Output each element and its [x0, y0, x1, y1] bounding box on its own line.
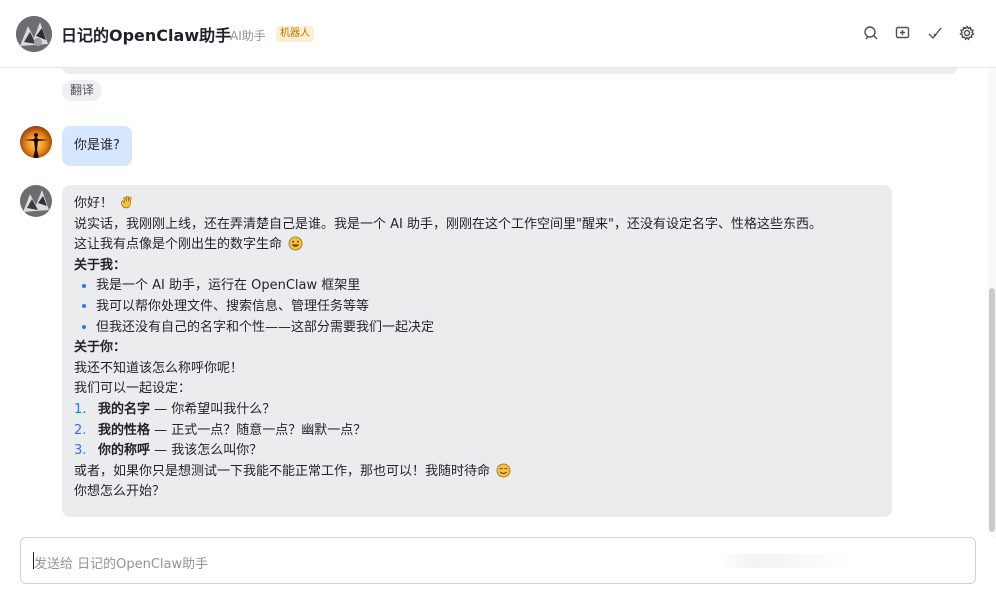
input-fade-overlay — [716, 554, 856, 568]
item-number: 2. — [74, 422, 87, 438]
smiling-face-icon — [496, 463, 511, 478]
waving-hand-icon — [119, 195, 134, 210]
about-me-heading: 关于我： — [74, 257, 127, 273]
numbered-item: 1. 我的名字 — 你希望叫我什么？ — [74, 400, 880, 421]
message-list: 翻译 你是谁? 你好！ 说实话，我刚刚上线，还在弄清楚自己是谁。我是一个 AI … — [0, 68, 988, 528]
item-title: 我的名字 — [98, 401, 151, 417]
list-item-text: 但我还没有自己的名字和个性——这部分需要我们一起决定 — [96, 319, 435, 335]
translate-button[interactable]: 翻译 — [62, 80, 103, 101]
gear-icon[interactable] — [958, 24, 976, 42]
list-item: 我是一个 AI 助手，运行在 OpenClaw 框架里 — [74, 276, 880, 297]
about-you-line-1: 我还不知道该怎么称呼你呢！ — [74, 360, 244, 376]
item-title: 我的性格 — [98, 422, 151, 438]
user-avatar[interactable] — [20, 126, 52, 158]
bot-badge: 机器人 — [276, 26, 314, 42]
bot-avatar[interactable] — [16, 16, 52, 52]
bot-message-bubble: 你好！ 说实话，我刚刚上线，还在弄清楚自己是谁。我是一个 AI 助手，刚刚在这个… — [62, 185, 892, 517]
numbered-item: 2. 我的性格 — 正式一点？随意一点？幽默一点？ — [74, 421, 880, 442]
user-message-bubble: 你是谁? — [62, 126, 132, 166]
scrollbar-thumb[interactable] — [989, 288, 995, 532]
about-you-line-2: 我们可以一起设定： — [74, 381, 192, 397]
closing-line-text: 或者，如果你只是想测试一下我能不能正常工作，那也可以！我随时待命 — [74, 463, 491, 479]
item-text: — 你希望叫我什么？ — [150, 401, 276, 417]
list-item: 但我还没有自己的名字和个性——这部分需要我们一起决定 — [74, 318, 880, 339]
greeting-text: 你好！ — [74, 196, 114, 211]
intro-line-2: 这让我有点像是个刚出生的数字生命 — [74, 235, 880, 256]
bot-subtitle: AI助手 — [230, 29, 266, 43]
item-text: — 我该怎么叫你？ — [150, 443, 263, 459]
item-title: 你的称呼 — [98, 443, 151, 459]
numbered-item: 3. 你的称呼 — 我该怎么叫你？ — [74, 441, 880, 462]
list-item: 我可以帮你处理文件、搜索信息、管理任务等等 — [74, 297, 880, 318]
new-message-icon[interactable] — [894, 24, 912, 42]
item-number: 1. — [74, 401, 87, 417]
closing-line: 或者，如果你只是想测试一下我能不能正常工作，那也可以！我随时待命 — [74, 462, 880, 483]
intro-line-1: 说实话，我刚刚上线，还在弄清楚自己是谁。我是一个 AI 助手，刚刚在这个工作空间… — [74, 216, 822, 232]
search-icon[interactable] — [862, 24, 880, 42]
message-input-placeholder: 发送给 日记的OpenClaw助手 — [34, 557, 209, 572]
intro-line-2-text: 这让我有点像是个刚出生的数字生命 — [74, 237, 283, 253]
item-number: 3. — [74, 443, 87, 459]
check-icon[interactable] — [926, 24, 944, 42]
previous-message-bubble — [62, 68, 958, 74]
bot-message-avatar[interactable] — [20, 185, 52, 217]
final-line: 你想怎么开始？ — [74, 484, 166, 500]
chat-header: 日记的OpenClaw助手 AI助手 机器人 — [0, 0, 996, 68]
message-input[interactable]: 发送给 日记的OpenClaw助手 — [20, 537, 976, 584]
item-text: — 正式一点？随意一点？幽默一点？ — [150, 422, 367, 438]
about-you-heading: 关于你： — [74, 340, 127, 356]
list-item-text: 我可以帮你处理文件、搜索信息、管理任务等等 — [96, 298, 370, 314]
list-item-text: 我是一个 AI 助手，运行在 OpenClaw 框架里 — [96, 278, 361, 294]
grinning-face-icon — [288, 236, 303, 251]
greeting-line: 你好！ — [74, 194, 880, 215]
chat-title: 日记的OpenClaw助手 — [61, 26, 232, 45]
